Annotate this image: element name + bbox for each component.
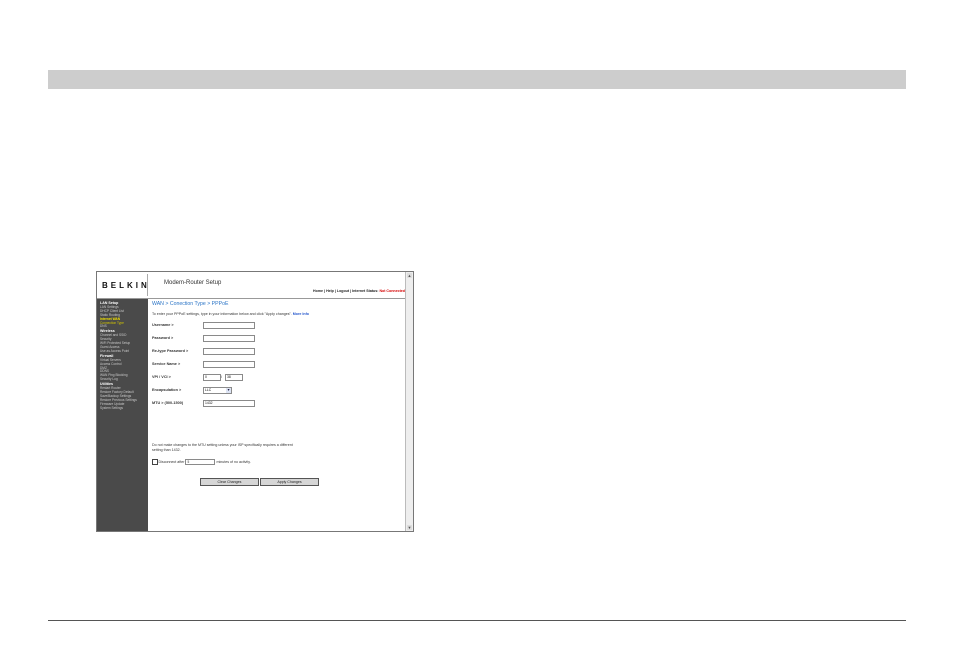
scroll-up-icon[interactable]: ▲: [407, 273, 412, 278]
router-screenshot: BELKIN Modem-Router Setup Home | Help | …: [96, 271, 414, 532]
app-title: Modem-Router Setup: [164, 280, 222, 286]
vpi-input[interactable]: 0: [203, 374, 221, 381]
disconnect-minutes-input[interactable]: 5: [185, 459, 216, 465]
sidebar: LAN Setup LAN Settings DHCP Client List …: [97, 299, 148, 531]
header-divider: [147, 274, 148, 296]
logout-link[interactable]: Logout: [337, 289, 349, 293]
username-label: Username >: [152, 323, 174, 327]
service-name-input[interactable]: [203, 361, 255, 368]
retype-password-input[interactable]: [203, 348, 255, 355]
mtu-note-line-1: Do not make changes to the MTU setting u…: [152, 443, 293, 447]
vci-input[interactable]: 38: [225, 374, 243, 381]
mtu-label: MTU > (500-1500): [152, 401, 184, 405]
encapsulation-select[interactable]: LLC ▼: [203, 387, 232, 394]
username-input[interactable]: [203, 322, 255, 329]
disconnect-checkbox[interactable]: [152, 459, 158, 465]
top-links: Home | Help | Logout | Internet Status: …: [313, 289, 405, 293]
intro-text: To enter your PPPoE settings, type in yo…: [152, 312, 309, 316]
disconnect-row: Disconnect after 5 minutes of no activit…: [152, 459, 251, 465]
password-label: Password >: [152, 336, 174, 340]
service-name-label: Service Name >: [152, 362, 181, 366]
vertical-scrollbar[interactable]: ▲ ▼: [405, 272, 413, 531]
internet-status-label: Internet Status:: [352, 289, 379, 293]
apply-changes-button[interactable]: Apply Changes: [260, 478, 319, 486]
mtu-note-line-2: setting than 1432.: [152, 447, 181, 452]
encapsulation-value: LLC: [205, 388, 212, 392]
mtu-input[interactable]: 1432: [203, 400, 255, 407]
password-input[interactable]: [203, 335, 255, 342]
more-info-link[interactable]: More Info: [293, 312, 309, 316]
encapsulation-label: Encapsulation >: [152, 388, 182, 392]
retype-password-label: Re-type Password >: [152, 349, 189, 353]
vpi-vci-separator: /: [221, 374, 223, 379]
disconnect-prefix: Disconnect after: [158, 459, 185, 464]
home-link[interactable]: Home: [313, 289, 323, 293]
page-footer-rule: [48, 620, 906, 621]
intro-sentence: To enter your PPPoE settings, type in yo…: [152, 312, 292, 316]
internet-status-value: Not Connected: [379, 289, 405, 293]
vpi-vci-label: VPI / VCI >: [152, 375, 171, 379]
clear-changes-button[interactable]: Clear Changes: [200, 478, 259, 486]
disconnect-suffix: minutes of no activity.: [216, 459, 251, 464]
belkin-logo: BELKIN: [102, 281, 150, 290]
chevron-down-icon[interactable]: ▼: [226, 388, 231, 393]
app-header: BELKIN Modem-Router Setup Home | Help | …: [97, 272, 407, 299]
breadcrumb: WAN > Conection Type > PPPoE: [152, 301, 229, 307]
main-content: WAN > Conection Type > PPPoE To enter yo…: [152, 299, 402, 529]
page-header-band: [48, 70, 906, 89]
help-link[interactable]: Help: [326, 289, 334, 293]
mtu-note: Do not make changes to the MTU setting u…: [152, 443, 293, 452]
scroll-down-icon[interactable]: ▼: [407, 525, 412, 530]
sidebar-item-system-settings[interactable]: System Settings: [97, 406, 148, 411]
